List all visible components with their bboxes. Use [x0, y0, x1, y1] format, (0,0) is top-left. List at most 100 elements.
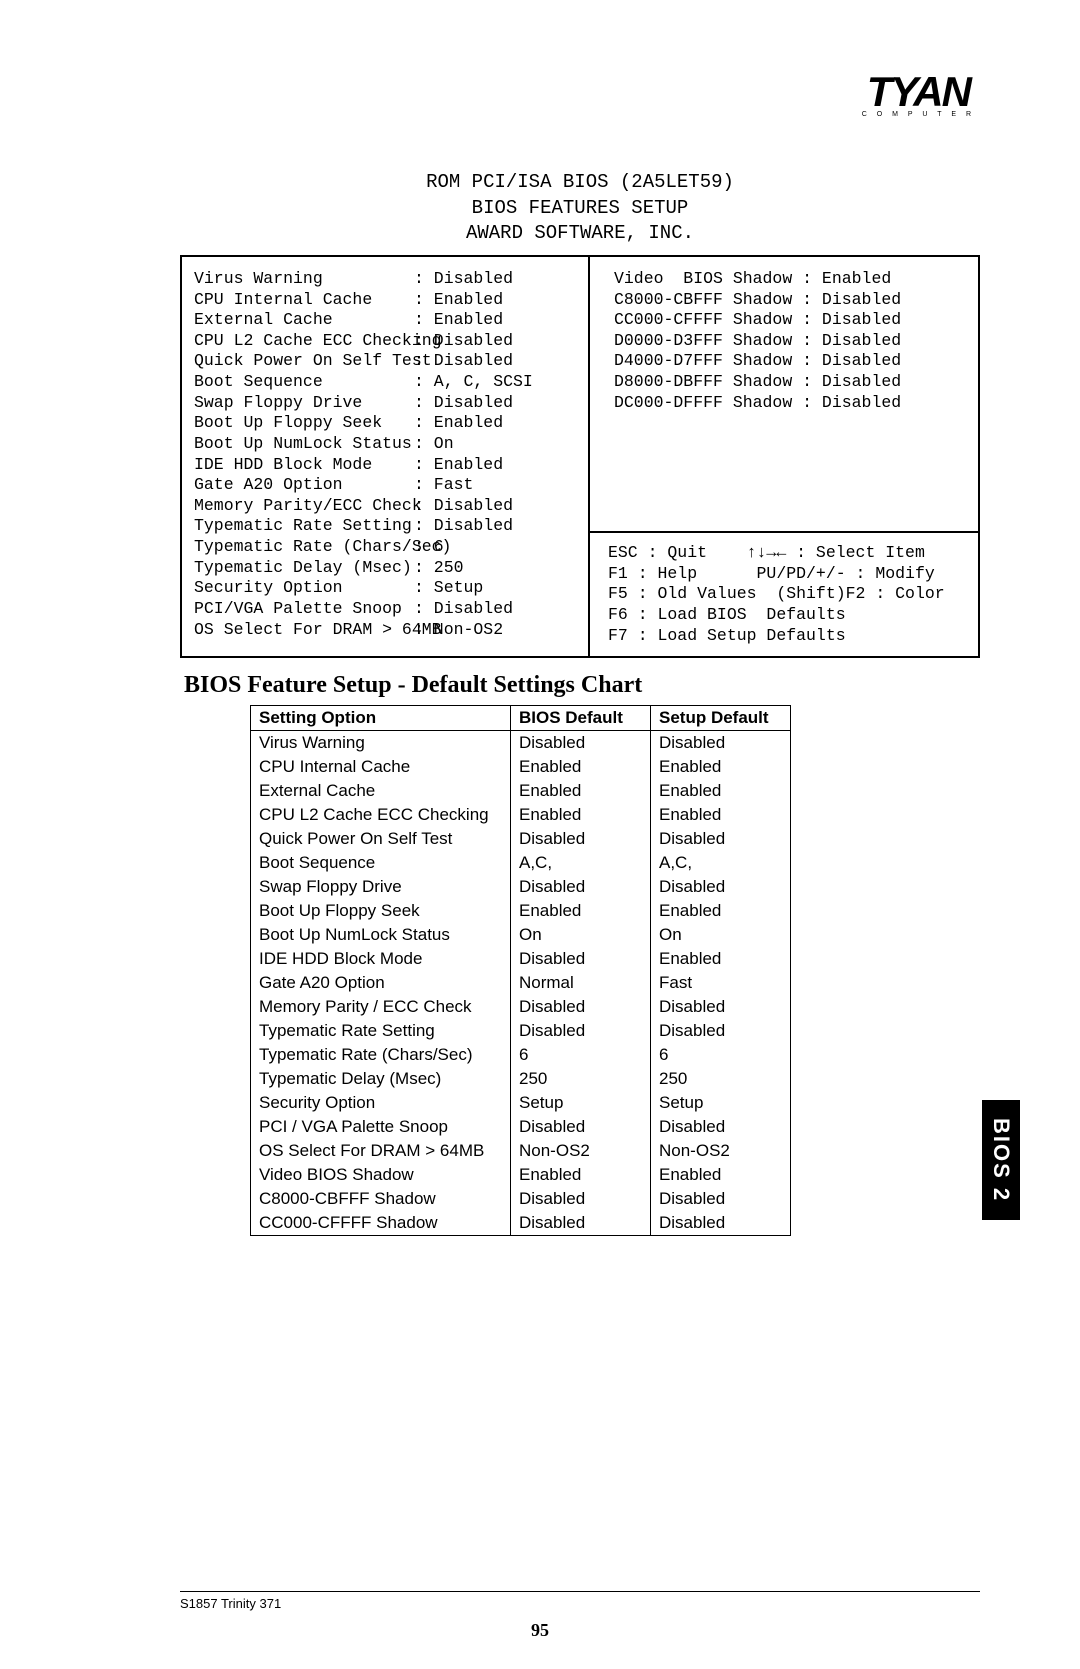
- table-row: IDE HDD Block ModeDisabledEnabled: [251, 947, 791, 971]
- bios-left-panel: Virus Warning : Disabled CPU Internal Cach…: [182, 257, 588, 656]
- table-cell: 6: [651, 1043, 791, 1067]
- bios-setting-row: Swap Floppy Drive: Disabled: [194, 393, 582, 414]
- table-cell: PCI / VGA Palette Snoop: [251, 1115, 511, 1139]
- table-cell: Disabled: [511, 827, 651, 851]
- bios-shadow-row: CC000-CFFFF Shadow : Disabled: [614, 310, 966, 331]
- bios-shadow-row: C8000-CBFFF Shadow : Disabled: [614, 290, 966, 311]
- bios-setting-value: : Setup: [414, 578, 483, 599]
- bios-shadow-row: D0000-D3FFF Shadow : Disabled: [614, 331, 966, 352]
- bios-setting-label: Typematic Rate (Chars/Sec): [194, 537, 414, 558]
- table-row: CPU L2 Cache ECC CheckingEnabledEnabled: [251, 803, 791, 827]
- bios-setting-label: OS Select For DRAM > 64MB: [194, 620, 414, 641]
- table-cell: Enabled: [511, 1163, 651, 1187]
- table-row: Security OptionSetupSetup: [251, 1091, 791, 1115]
- table-cell: Enabled: [651, 755, 791, 779]
- th-setup-default: Setup Default: [651, 706, 791, 731]
- table-cell: Gate A20 Option: [251, 971, 511, 995]
- table-row: Gate A20 OptionNormalFast: [251, 971, 791, 995]
- brand-name: TYAN: [862, 75, 975, 109]
- brand-logo: TYAN C O M P U T E R: [862, 75, 975, 118]
- bios-setting-row: External Cache: Enabled: [194, 310, 582, 331]
- table-cell: Non-OS2: [651, 1139, 791, 1163]
- bios-setting-label: Boot Up NumLock Status: [194, 434, 414, 455]
- bios-setting-row: IDE HDD Block Mode: Enabled: [194, 455, 582, 476]
- bios-setting-label: IDE HDD Block Mode: [194, 455, 414, 476]
- bios-setting-row: Boot Sequence: A, C, SCSI: [194, 372, 582, 393]
- table-cell: On: [651, 923, 791, 947]
- bios-setting-label: Swap Floppy Drive: [194, 393, 414, 414]
- bios-setting-value: : 250: [414, 558, 464, 579]
- table-cell: Disabled: [511, 1211, 651, 1236]
- table-cell: Enabled: [511, 779, 651, 803]
- bios-setting-value: : Fast: [414, 475, 473, 496]
- table-row: PCI / VGA Palette SnoopDisabledDisabled: [251, 1115, 791, 1139]
- bios-setting-value: : 6: [414, 537, 444, 558]
- brand-subtitle: C O M P U T E R: [862, 111, 975, 118]
- table-cell: Enabled: [651, 1163, 791, 1187]
- bios-setting-label: Gate A20 Option: [194, 475, 414, 496]
- bios-header-line: BIOS FEATURES SETUP: [180, 196, 980, 222]
- bios-setting-value: : Enabled: [414, 413, 503, 434]
- table-row: CPU Internal CacheEnabledEnabled: [251, 755, 791, 779]
- table-cell: A,C,: [511, 851, 651, 875]
- bios-setting-label: Boot Up Floppy Seek: [194, 413, 414, 434]
- bios-setting-row: Boot Up Floppy Seek: Enabled: [194, 413, 582, 434]
- bios-shadow-row: DC000-DFFFF Shadow : Disabled: [614, 393, 966, 414]
- table-cell: Disabled: [651, 875, 791, 899]
- bios-help-row: F7 : Load Setup Defaults: [608, 626, 966, 647]
- table-cell: Enabled: [651, 899, 791, 923]
- table-cell: 6: [511, 1043, 651, 1067]
- table-row: CC000-CFFFF ShadowDisabledDisabled: [251, 1211, 791, 1236]
- table-row: Video BIOS ShadowEnabledEnabled: [251, 1163, 791, 1187]
- bios-setting-value: : On: [414, 434, 454, 455]
- table-cell: Swap Floppy Drive: [251, 875, 511, 899]
- bios-setting-row: Typematic Delay (Msec): 250: [194, 558, 582, 579]
- table-cell: Video BIOS Shadow: [251, 1163, 511, 1187]
- table-cell: OS Select For DRAM > 64MB: [251, 1139, 511, 1163]
- table-row: Typematic Rate SettingDisabledDisabled: [251, 1019, 791, 1043]
- bios-setting-row: Security Option: Setup: [194, 578, 582, 599]
- table-row: Virus WarningDisabledDisabled: [251, 731, 791, 756]
- table-cell: Security Option: [251, 1091, 511, 1115]
- bios-shadow-panel: Video BIOS Shadow : EnabledC8000-CBFFF S…: [590, 257, 978, 531]
- table-cell: Enabled: [651, 947, 791, 971]
- bios-setting-label: PCI/VGA Palette Snoop: [194, 599, 414, 620]
- table-cell: Boot Up NumLock Status: [251, 923, 511, 947]
- bios-setting-row: CPU Internal Cache: Enabled: [194, 290, 582, 311]
- bios-setting-value: : A, C, SCSI: [414, 372, 533, 393]
- bios-setting-label: Memory Parity/ECC Check: [194, 496, 414, 517]
- bios-header: ROM PCI/ISA BIOS (2A5LET59) BIOS FEATURE…: [180, 170, 980, 247]
- bios-right-panel: Video BIOS Shadow : EnabledC8000-CBFFF S…: [588, 257, 978, 656]
- table-row: External CacheEnabledEnabled: [251, 779, 791, 803]
- bios-setting-label: Quick Power On Self Test: [194, 351, 414, 372]
- table-cell: Disabled: [511, 1187, 651, 1211]
- table-cell: Disabled: [511, 995, 651, 1019]
- table-cell: 250: [511, 1067, 651, 1091]
- table-cell: Disabled: [651, 827, 791, 851]
- table-cell: Disabled: [651, 995, 791, 1019]
- bios-setting-row: OS Select For DRAM > 64MB: Non-OS2: [194, 620, 582, 641]
- table-row: Boot SequenceA,C,A,C,: [251, 851, 791, 875]
- table-row: Boot Up Floppy SeekEnabledEnabled: [251, 899, 791, 923]
- table-cell: CC000-CFFFF Shadow: [251, 1211, 511, 1236]
- bios-setting-row: CPU L2 Cache ECC Checking: Disabled: [194, 331, 582, 352]
- bios-setting-label: Virus Warning: [194, 269, 414, 290]
- table-cell: Setup: [651, 1091, 791, 1115]
- table-cell: 250: [651, 1067, 791, 1091]
- table-cell: IDE HDD Block Mode: [251, 947, 511, 971]
- bios-setting-label: Typematic Rate Setting: [194, 516, 414, 537]
- bios-header-line: ROM PCI/ISA BIOS (2A5LET59): [180, 170, 980, 196]
- bios-setting-value: : Disabled: [414, 331, 513, 352]
- bios-shadow-row: D8000-DBFFF Shadow : Disabled: [614, 372, 966, 393]
- table-cell: Quick Power On Self Test: [251, 827, 511, 851]
- table-cell: Fast: [651, 971, 791, 995]
- bios-setting-label: External Cache: [194, 310, 414, 331]
- table-cell: Disabled: [511, 1019, 651, 1043]
- bios-setting-row: Boot Up NumLock Status: On: [194, 434, 582, 455]
- table-row: OS Select For DRAM > 64MBNon-OS2Non-OS2: [251, 1139, 791, 1163]
- side-tab: BIOS 2: [982, 1100, 1020, 1220]
- table-cell: Disabled: [511, 731, 651, 756]
- table-row: Quick Power On Self TestDisabledDisabled: [251, 827, 791, 851]
- table-cell: Disabled: [651, 1187, 791, 1211]
- table-cell: Normal: [511, 971, 651, 995]
